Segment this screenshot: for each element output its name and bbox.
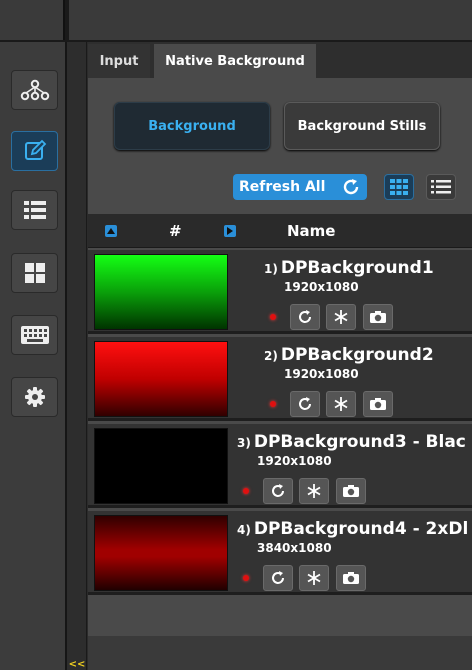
grid-view-icon [390,179,408,195]
snowflake-icon [307,484,321,498]
background-thumbnail [94,341,228,417]
list-view-button[interactable] [426,174,456,200]
table-row[interactable]: 4) DPBackground4 - 2xDl 3840x1080 [88,511,472,595]
gear-icon [24,387,45,407]
sidebar-item-list[interactable] [11,190,58,230]
refresh-button[interactable] [263,478,293,504]
row-resolution: 1920x1080 [284,367,359,381]
refresh-all-label: Refresh All [239,179,326,195]
list-icon [23,201,46,219]
row-title: 2) DPBackground2 [264,345,434,365]
refresh-icon [299,397,311,410]
collapse-sidebar-button[interactable]: << [67,654,87,670]
background-thumbnail [94,515,228,591]
status-indicator [243,575,249,581]
grid-icon [24,263,45,283]
freeze-button[interactable] [326,391,356,417]
refresh-button[interactable] [290,391,320,417]
sidebar-item-network[interactable] [11,70,58,110]
freeze-button[interactable] [326,304,356,330]
row-resolution: 1920x1080 [257,454,332,468]
edit-icon [24,139,46,160]
sidebar-item-settings[interactable] [11,377,58,417]
refresh-icon [272,571,284,584]
row-title: 1) DPBackground1 [264,258,434,278]
snowflake-icon [307,571,321,585]
caret-up-icon [107,228,115,234]
row-title: 3) DPBackground3 - Blac [237,432,466,452]
sidebar-item-edit[interactable] [11,131,58,171]
background-stills-button[interactable]: Background Stills [284,102,440,150]
camera-icon [343,572,359,584]
tab-bar: Input Native Background [88,42,472,78]
row-name: DPBackground3 - Blac [253,432,466,452]
refresh-button[interactable] [263,565,293,591]
capture-button[interactable] [363,304,393,330]
caret-right-icon [227,227,233,235]
sort-up-button[interactable] [105,225,117,237]
sidebar-gutter: << [67,42,87,670]
camera-icon [370,311,386,323]
top-bar-left [0,0,65,40]
status-indicator [243,488,249,494]
snowflake-icon [334,310,348,324]
status-indicator [270,314,276,320]
table-row[interactable]: 3) DPBackground3 - Blac 1920x1080 [88,424,472,508]
freeze-button[interactable] [299,478,329,504]
sidebar [0,42,67,670]
refresh-icon [299,310,311,323]
list-view-icon [431,180,451,194]
row-title: 4) DPBackground4 - 2xDl [237,519,468,539]
snowflake-icon [334,397,348,411]
main-content: Input Native Background Background Backg… [88,42,472,670]
row-resolution: 3840x1080 [257,541,332,555]
column-header-number[interactable]: # [169,222,182,240]
row-number: 1) [264,262,278,276]
list-empty-area [88,636,472,670]
row-name: DPBackground1 [280,258,434,278]
background-panel: Background Background Stills Refresh All [88,78,472,670]
row-number: 4) [237,523,251,537]
row-name: DPBackground2 [280,345,434,365]
status-indicator [270,401,276,407]
table-row[interactable]: 1) DPBackground1 1920x1080 [88,250,472,334]
sidebar-item-keyboard[interactable] [11,315,58,355]
table-row[interactable]: 2) DPBackground2 1920x1080 [88,337,472,421]
capture-button[interactable] [363,391,393,417]
row-name: DPBackground4 - 2xDl [253,519,469,539]
refresh-icon [272,484,284,497]
row-number: 2) [264,349,278,363]
top-bar-right [69,0,472,40]
background-thumbnail [94,254,228,330]
row-number: 3) [237,436,251,450]
grid-view-button[interactable] [384,174,414,200]
row-resolution: 1920x1080 [284,280,359,294]
tab-input[interactable]: Input [88,44,150,78]
camera-icon [370,398,386,410]
tab-native-background[interactable]: Native Background [154,44,316,78]
capture-button[interactable] [336,565,366,591]
network-icon [20,79,49,101]
table-header: # Name [88,214,472,248]
freeze-button[interactable] [299,565,329,591]
background-thumbnail [94,428,228,504]
refresh-button[interactable] [290,304,320,330]
top-bar [0,0,472,42]
sidebar-item-layout[interactable] [11,253,58,293]
background-mode-button[interactable]: Background [114,102,270,150]
sort-right-button[interactable] [224,225,236,237]
camera-icon [343,485,359,497]
refresh-icon [343,179,359,195]
keyboard-icon [20,326,49,344]
capture-button[interactable] [336,478,366,504]
column-header-name[interactable]: Name [287,222,335,240]
refresh-all-button[interactable]: Refresh All [233,174,367,200]
